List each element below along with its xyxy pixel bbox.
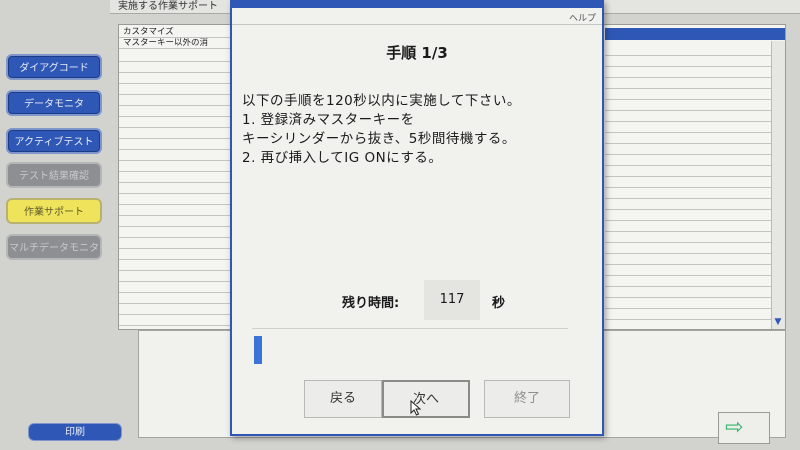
instruction-line: キーシリンダーから抜き、5秒間待機する。 — [242, 131, 516, 147]
instruction-line: 2. 再び挿入してIG ONにする。 — [242, 150, 443, 166]
instruction-line: 以下の手順を120秒以内に実施して下さい。 — [242, 93, 521, 109]
end-button[interactable]: 終了 — [484, 380, 570, 418]
nav-work-support-button[interactable]: 作業サポート — [6, 198, 102, 224]
progress-bar — [254, 336, 572, 364]
selected-row-highlight — [605, 28, 785, 40]
nav-data-monitor-button[interactable]: データモニタ — [6, 90, 102, 116]
progress-fill — [254, 336, 262, 364]
timer-label: 残り時間: — [342, 296, 400, 311]
remaining-time: 残り時間: 117 秒 — [342, 280, 542, 320]
dialog-titlebar — [232, 2, 602, 8]
procedure-dialog: ヘルプ 手順 1/3 以下の手順を120秒以内に実施して下さい。 1. 登録済み… — [230, 0, 604, 436]
list-scrollbar[interactable] — [771, 41, 785, 329]
timer-unit: 秒 — [492, 296, 506, 311]
left-nav: ダイアグコード データモニタ アクティブテスト テスト結果確認 作業サポート マ… — [0, 40, 118, 450]
list-row-lines-right — [605, 45, 775, 325]
screen: 実施する作業サポート ダイアグコード データモニタ アクティブテスト テスト結果… — [0, 0, 800, 450]
scroll-down-icon[interactable]: ▼ — [771, 315, 785, 329]
nav-test-result-button[interactable]: テスト結果確認 — [6, 162, 102, 188]
print-button[interactable]: 印刷 — [28, 423, 122, 441]
divider — [252, 328, 568, 329]
back-button[interactable]: 戻る — [304, 380, 382, 418]
instruction-text: 以下の手順を120秒以内に実施して下さい。 1. 登録済みマスターキーを キーシ… — [242, 92, 594, 168]
list-row-lines — [119, 51, 239, 329]
timer-value: 117 — [439, 292, 465, 307]
instruction-line: 1. 登録済みマスターキーを — [242, 112, 415, 128]
help-link[interactable]: ヘルプ — [569, 11, 596, 24]
nav-diag-code-button[interactable]: ダイアグコード — [6, 54, 102, 80]
mouse-cursor-icon — [410, 400, 422, 416]
nav-multi-data-monitor-button[interactable]: マルチデータモニタ — [6, 234, 102, 260]
right-arrow-icon: ⇨ — [725, 415, 744, 440]
step-title: 手順 1/3 — [386, 44, 448, 62]
timer-box: 117 — [424, 280, 480, 320]
divider — [232, 24, 602, 25]
forward-arrow-button[interactable]: ⇨ — [718, 412, 770, 444]
nav-active-test-button[interactable]: アクティブテスト — [6, 128, 102, 154]
next-button[interactable]: 次へ — [382, 380, 470, 418]
